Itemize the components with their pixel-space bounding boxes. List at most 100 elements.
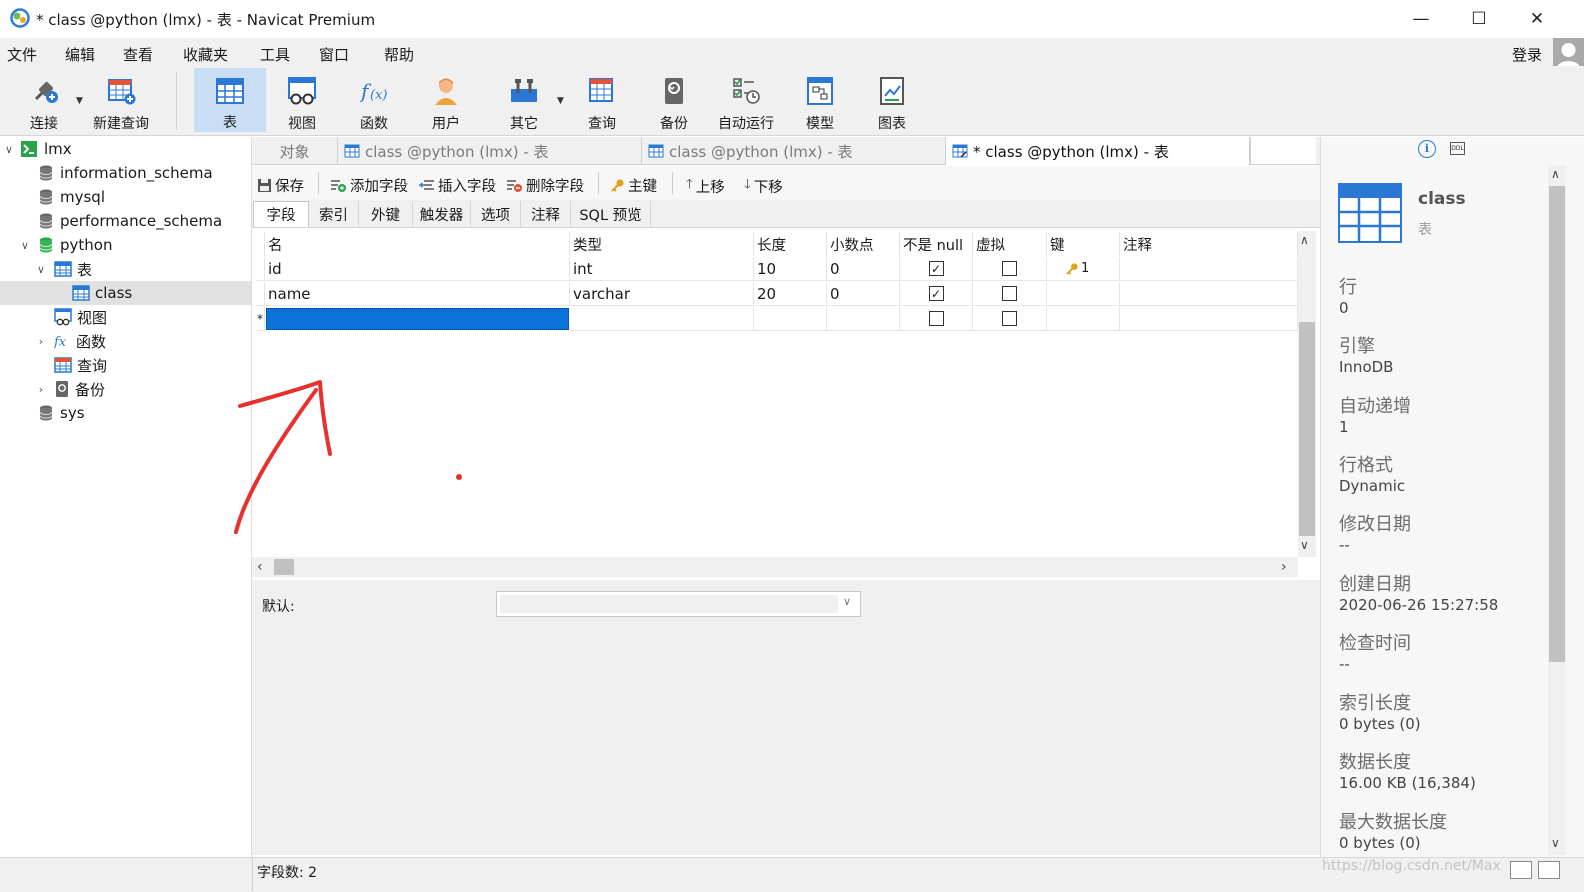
column-header-length[interactable]: 长度	[754, 232, 827, 256]
column-header-not-null[interactable]: 不是 null	[900, 232, 973, 256]
tree-item-database[interactable]: sys	[0, 401, 251, 425]
tree-item-connection[interactable]: ∨ lmx	[0, 137, 251, 161]
login-link[interactable]: 登录	[1512, 44, 1542, 65]
cell-comment[interactable]	[1120, 282, 1298, 306]
menu-edit[interactable]: 编辑	[65, 44, 95, 65]
not-null-checkbox[interactable]	[928, 311, 944, 326]
default-value-combobox[interactable]: ∨	[496, 591, 861, 617]
cell-key[interactable]	[1047, 282, 1120, 306]
not-null-checkbox[interactable]: ✓	[928, 261, 944, 276]
scroll-left-icon[interactable]: ‹	[257, 559, 263, 575]
column-header-comment[interactable]: 注释	[1120, 232, 1298, 256]
grid-horizontal-scrollbar[interactable]	[252, 557, 1298, 577]
toolbar-query-button[interactable]: 查询	[572, 68, 632, 132]
cell-key[interactable]	[1047, 307, 1120, 331]
virtual-checkbox[interactable]	[1002, 311, 1017, 326]
vertical-scroll-thumb[interactable]	[1299, 322, 1315, 536]
cell-comment[interactable]	[1120, 257, 1298, 281]
column-header-virtual[interactable]: 虚拟	[973, 232, 1047, 256]
connect-dropdown-arrow-icon[interactable]: ▼	[76, 96, 83, 106]
toolbar-connect-button[interactable]: 连接	[14, 68, 74, 132]
menu-view[interactable]: 查看	[123, 44, 153, 65]
subtab-foreign-keys[interactable]: 外键	[359, 201, 413, 227]
toolbar-table-button[interactable]: 表	[194, 68, 266, 132]
column-header-name[interactable]: 名	[265, 232, 570, 256]
save-button[interactable]: 保存	[257, 175, 304, 196]
cell-field-type[interactable]: varchar	[570, 282, 754, 306]
cell-field-length[interactable]	[754, 307, 827, 331]
toolbar-function-button[interactable]: f (x) 函数	[344, 68, 404, 132]
tab-class-table-2[interactable]: class @python (lmx) - 表	[642, 137, 946, 165]
virtual-checkbox[interactable]	[1002, 261, 1017, 276]
menu-favorites[interactable]: 收藏夹	[183, 44, 228, 65]
maximize-button[interactable]: ☐	[1450, 0, 1508, 38]
tab-class-table-1[interactable]: class @python (lmx) - 表	[338, 137, 642, 165]
cell-field-name[interactable]: name	[265, 282, 570, 306]
column-header-type[interactable]: 类型	[570, 232, 754, 256]
add-field-button[interactable]: 添加字段	[330, 175, 408, 196]
tree-item-database[interactable]: mysql	[0, 185, 251, 209]
toolbar-chart-button[interactable]: 图表	[862, 68, 922, 132]
cell-field-decimals[interactable]: 0	[827, 257, 900, 281]
move-up-button[interactable]: 🡑 上移	[686, 175, 725, 197]
subtab-fields[interactable]: 字段	[253, 201, 309, 227]
toolbar-model-button[interactable]: 模型	[790, 68, 850, 132]
subtab-triggers[interactable]: 触发器	[413, 201, 471, 227]
tree-item-table-class[interactable]: class	[0, 281, 251, 305]
cell-field-length[interactable]: 10	[754, 257, 827, 281]
menu-window[interactable]: 窗口	[319, 44, 349, 65]
chevron-down-icon[interactable]: ∨	[34, 263, 48, 276]
cell-field-type[interactable]	[570, 307, 754, 331]
tree-item-queries[interactable]: 查询	[0, 353, 251, 377]
cell-field-type[interactable]: int	[570, 257, 754, 281]
toolbar-automation-button[interactable]: 自动运行	[712, 68, 780, 132]
column-header-decimals[interactable]: 小数点	[827, 232, 900, 256]
cell-field-decimals[interactable]	[827, 307, 900, 331]
tab-objects[interactable]: 对象	[252, 137, 338, 165]
chevron-right-icon[interactable]: ›	[34, 335, 48, 348]
chevron-down-icon[interactable]: ∨	[2, 143, 16, 156]
tab-class-table-active[interactable]: * class @python (lmx) - 表	[946, 137, 1250, 165]
layout-panel-right-icon[interactable]	[1538, 861, 1560, 879]
layout-panel-left-icon[interactable]	[1510, 861, 1532, 879]
ddl-icon[interactable]: DDL	[1450, 142, 1465, 155]
delete-field-button[interactable]: 删除字段	[506, 175, 584, 196]
tree-item-database[interactable]: performance_schema	[0, 209, 251, 233]
toolbar-new-query-button[interactable]: 新建查询	[86, 68, 156, 132]
cell-comment[interactable]	[1120, 307, 1298, 331]
tree-item-tables[interactable]: ∨ 表	[0, 257, 251, 281]
other-dropdown-arrow-icon[interactable]: ▼	[557, 96, 564, 106]
tree-item-database-python[interactable]: ∨ python	[0, 233, 251, 257]
scroll-right-icon[interactable]: ›	[1281, 559, 1287, 575]
insert-field-button[interactable]: 插入字段	[418, 175, 496, 196]
move-down-button[interactable]: 🡓 下移	[744, 175, 783, 197]
info-panel-scroll-thumb[interactable]	[1549, 186, 1565, 662]
menu-tools[interactable]: 工具	[260, 44, 290, 65]
horizontal-scroll-thumb[interactable]	[274, 559, 294, 575]
menu-file[interactable]: 文件	[7, 44, 37, 65]
toolbar-view-button[interactable]: 视图	[272, 68, 332, 132]
toolbar-backup-button[interactable]: 备份	[644, 68, 704, 132]
tree-item-backups[interactable]: › 备份	[0, 377, 251, 401]
tree-item-functions[interactable]: › fx 函数	[0, 329, 251, 353]
chevron-right-icon[interactable]: ›	[34, 383, 48, 396]
menu-help[interactable]: 帮助	[384, 44, 414, 65]
subtab-indexes[interactable]: 索引	[309, 201, 359, 227]
info-icon[interactable]: i	[1418, 140, 1436, 158]
chevron-down-icon[interactable]: ∨	[18, 239, 32, 252]
scroll-down-icon[interactable]: ∨	[1300, 538, 1309, 552]
cell-key[interactable]: 1	[1047, 257, 1120, 281]
subtab-comment[interactable]: 注释	[521, 201, 571, 227]
minimize-button[interactable]: —	[1392, 0, 1450, 38]
toolbar-other-button[interactable]: 其它	[494, 68, 554, 132]
toolbar-user-button[interactable]: 用户	[416, 68, 476, 132]
cell-field-length[interactable]: 20	[754, 282, 827, 306]
virtual-checkbox[interactable]	[1002, 286, 1017, 301]
primary-key-button[interactable]: 主键	[610, 175, 657, 196]
tree-item-views[interactable]: 视图	[0, 305, 251, 329]
subtab-sql-preview[interactable]: SQL 预览	[571, 201, 651, 227]
new-field-name-input[interactable]	[266, 308, 569, 330]
not-null-checkbox[interactable]: ✓	[928, 286, 944, 301]
scroll-up-icon[interactable]: ∧	[1551, 167, 1560, 181]
cell-field-decimals[interactable]: 0	[827, 282, 900, 306]
